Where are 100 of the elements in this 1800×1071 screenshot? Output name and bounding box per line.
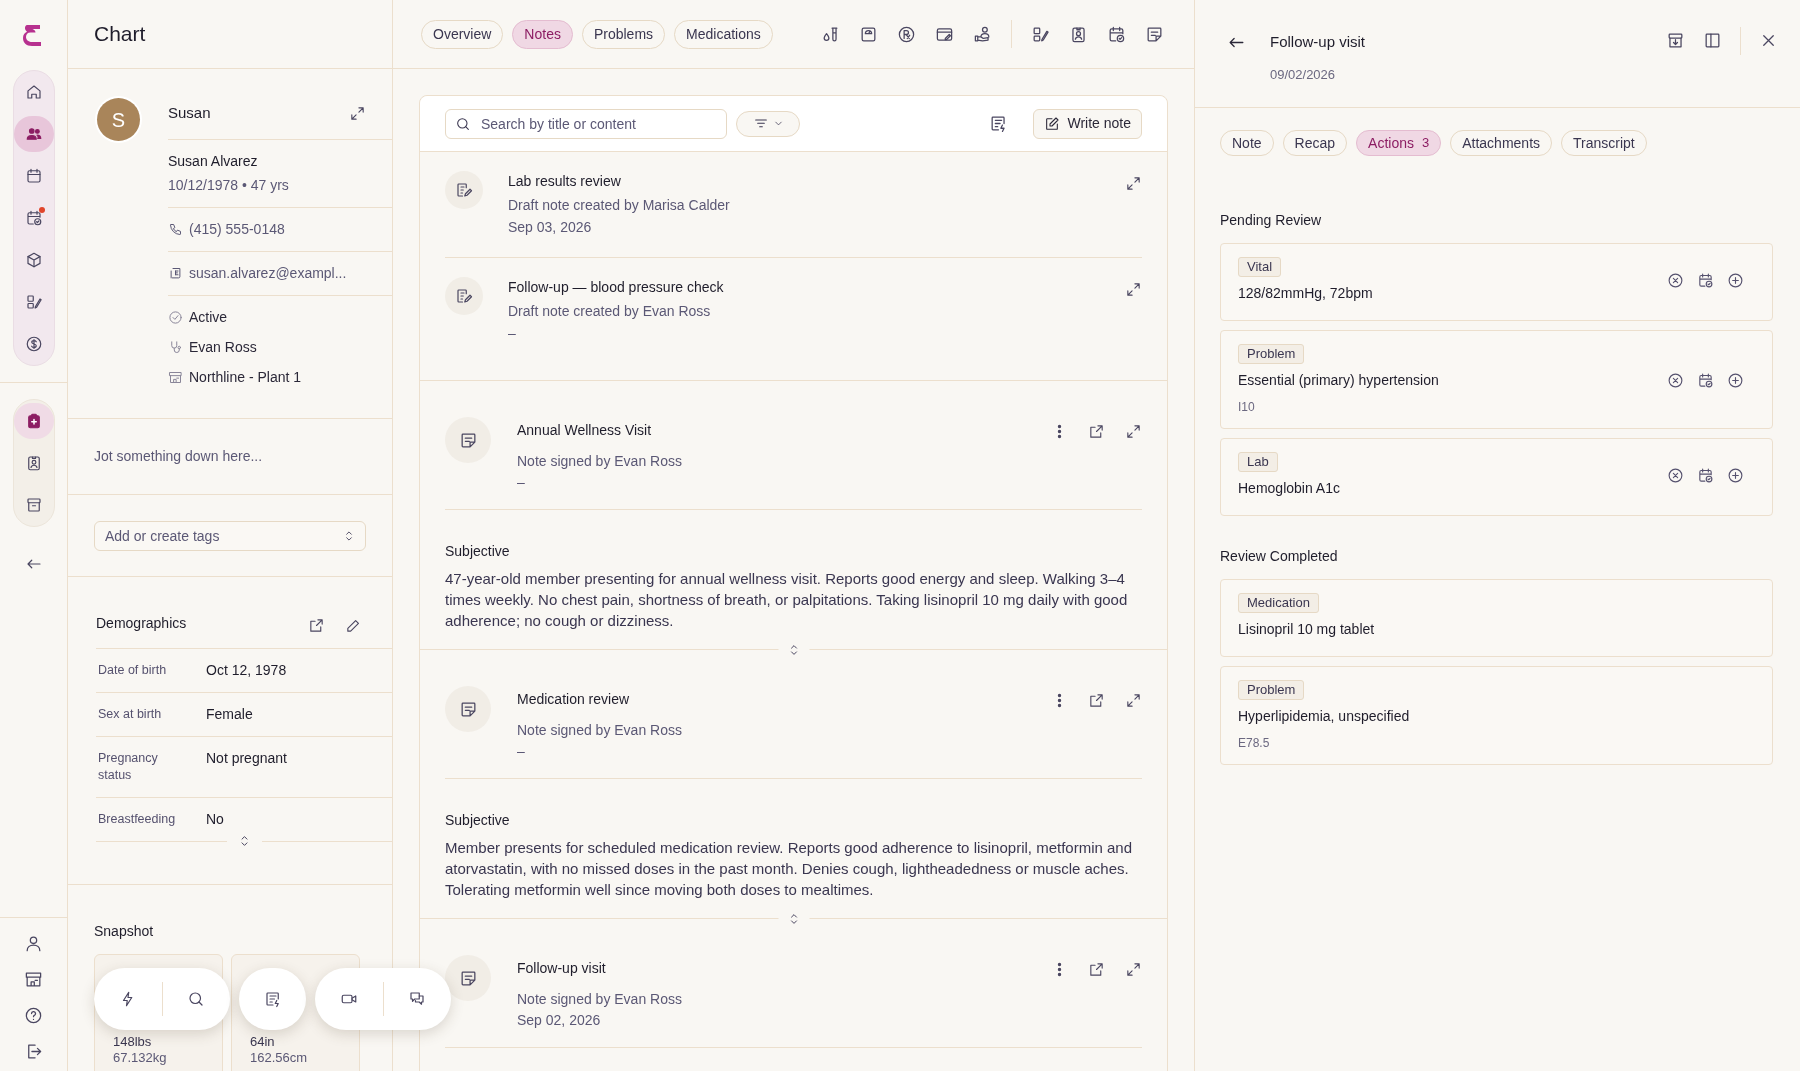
patient-status: Active [189, 308, 228, 327]
share-icon[interactable] [1088, 961, 1105, 978]
field-value: Female [206, 706, 253, 723]
expand-icon[interactable] [349, 105, 366, 122]
note-author: Note signed by Evan Ross [517, 452, 683, 470]
tab[interactable]: Attachments [1450, 130, 1553, 156]
add-icon[interactable] [1727, 272, 1744, 289]
item-code: I10 [1238, 399, 1255, 416]
field-value: Oct 12, 1978 [206, 662, 287, 679]
jot-field[interactable]: Jot something down here... [94, 446, 366, 467]
calendar-check-icon[interactable] [1697, 467, 1714, 484]
calendar-check-icon[interactable] [1107, 24, 1126, 44]
field-value: Not pregnant [206, 750, 287, 768]
snapshot-value: 162.56cm [250, 1050, 309, 1066]
nav-item[interactable] [13, 403, 54, 439]
note-date: – [517, 473, 526, 491]
field-value: No [206, 811, 224, 828]
dismiss-icon[interactable] [1667, 371, 1684, 389]
sidebar-panel-icon[interactable] [1703, 31, 1722, 50]
tags-field[interactable]: Add or create tags [94, 520, 366, 551]
search-field[interactable]: Search by title or content [445, 108, 727, 139]
section-text: Member presents for scheduled medication review. Reports good adherence to lisinopril, metformin and atorvastatin, with no missed doses in the past month. Denies cough, lightheadedness or muscle aches. Tolerating metformin well since moving both doses to mealtimes. [445, 838, 1134, 900]
calendar-check-icon[interactable] [1697, 371, 1714, 389]
note-title[interactable]: Follow-up — blood pressure check [508, 277, 1125, 298]
patient-email: susan.alvarez@exampl... [189, 264, 347, 283]
note-date: – [508, 324, 517, 342]
note-sparkle-icon[interactable] [263, 990, 282, 1008]
building-icon [168, 370, 183, 385]
tab[interactable]: Transcript [1561, 130, 1647, 156]
note-date: Sep 03, 2026 [508, 218, 593, 236]
note-title[interactable]: Follow-up visit [517, 958, 1051, 979]
category-tag: Vital [1238, 257, 1282, 277]
add-icon[interactable] [1727, 371, 1744, 389]
patient-phone: (415) 555-0148 [189, 220, 285, 239]
dismiss-icon[interactable] [1667, 272, 1684, 289]
tab[interactable]: Actions 3 [1356, 130, 1442, 156]
expand-icon[interactable] [1125, 175, 1142, 192]
panel-title: Follow-up visit [1270, 32, 1366, 52]
nav-item[interactable] [13, 116, 54, 152]
contact-icon [168, 266, 183, 281]
section-text: 47-year-old member presenting for annual wellness visit. Reports good energy and sleep. Walking 3–4 times weekly. No chest pain, shortness of breath, or palpitations. Taking lisinopril 10 mg daily with good adherence; no cough or dizziness. [445, 569, 1129, 631]
tab[interactable]: Note [1220, 130, 1274, 156]
item-title: Hemoglobin A1c [1238, 479, 1340, 498]
item-title: 128/82mmHg, 72bpm [1238, 284, 1373, 303]
item-title: Lisinopril 10 mg tablet [1238, 620, 1375, 639]
person-icon[interactable] [24, 934, 43, 953]
share-icon[interactable] [308, 617, 325, 634]
tab[interactable]: Notes [512, 19, 573, 49]
section-heading: Subjective [445, 542, 511, 561]
item-title: Hyperlipidemia, unspecified [1238, 707, 1410, 726]
form-pen-icon [24, 293, 43, 311]
section-title: Demographics [96, 614, 187, 633]
prescription-icon[interactable] [897, 24, 916, 44]
patient-site: Northline - Plant 1 [189, 368, 302, 387]
people-icon [24, 125, 43, 143]
section-title: Pending Review [1220, 211, 1323, 230]
category-tag: Medication [1238, 593, 1319, 613]
archive-download-icon[interactable] [1666, 31, 1685, 50]
note-author: Note signed by Evan Ross [517, 990, 683, 1008]
help-icon[interactable] [24, 1006, 43, 1025]
cube-icon [24, 251, 43, 269]
edit-icon[interactable] [345, 617, 362, 634]
note-title[interactable]: Lab results review [508, 171, 1125, 192]
section-title: Review Completed [1220, 547, 1339, 566]
write-note-button[interactable]: Write note [1033, 108, 1142, 139]
item-title: Essential (primary) hypertension [1238, 371, 1439, 390]
tab[interactable]: Problems [581, 19, 666, 49]
tab[interactable]: Recap [1282, 130, 1348, 156]
category-tag: Lab [1238, 452, 1278, 472]
tab[interactable]: Medications [674, 19, 773, 49]
store-icon[interactable] [24, 970, 43, 989]
calendar-check-icon[interactable] [1697, 272, 1714, 289]
share-icon[interactable] [1088, 692, 1105, 709]
patient-provider: Evan Ross [189, 338, 257, 357]
dismiss-icon[interactable] [1667, 467, 1684, 484]
hand-person-icon[interactable] [973, 24, 992, 44]
note-pen-icon [455, 287, 473, 305]
expand-icon[interactable] [1125, 423, 1142, 440]
archive-icon [24, 496, 43, 514]
expand-icon[interactable] [1125, 281, 1142, 298]
section-title: Snapshot [94, 922, 155, 941]
filter-button[interactable] [736, 110, 800, 137]
snapshot-value: 64in [250, 1034, 276, 1050]
patient-full-name: Susan Alvarez [168, 152, 259, 171]
tab[interactable]: Overview [421, 19, 504, 49]
expand-icon[interactable] [1125, 692, 1142, 709]
snapshot-value: 67.132kg [113, 1050, 168, 1066]
category-tag: Problem [1238, 344, 1305, 364]
note-title[interactable]: Medication review [517, 689, 1051, 710]
patient-first-name: Susan [168, 103, 211, 124]
chat-icon[interactable] [408, 990, 427, 1008]
item-code: E78.5 [1238, 735, 1270, 752]
note-title[interactable]: Annual Wellness Visit [517, 420, 1051, 441]
expand-icon[interactable] [1125, 961, 1142, 978]
add-icon[interactable] [1727, 467, 1744, 484]
share-icon[interactable] [1088, 423, 1105, 440]
patient-birthdate-age: 10/12/1978 • 47 yrs [168, 176, 290, 195]
note-date: Sep 02, 2026 [517, 1011, 602, 1029]
stethoscope-icon [168, 340, 183, 355]
dollar-icon [24, 335, 43, 353]
